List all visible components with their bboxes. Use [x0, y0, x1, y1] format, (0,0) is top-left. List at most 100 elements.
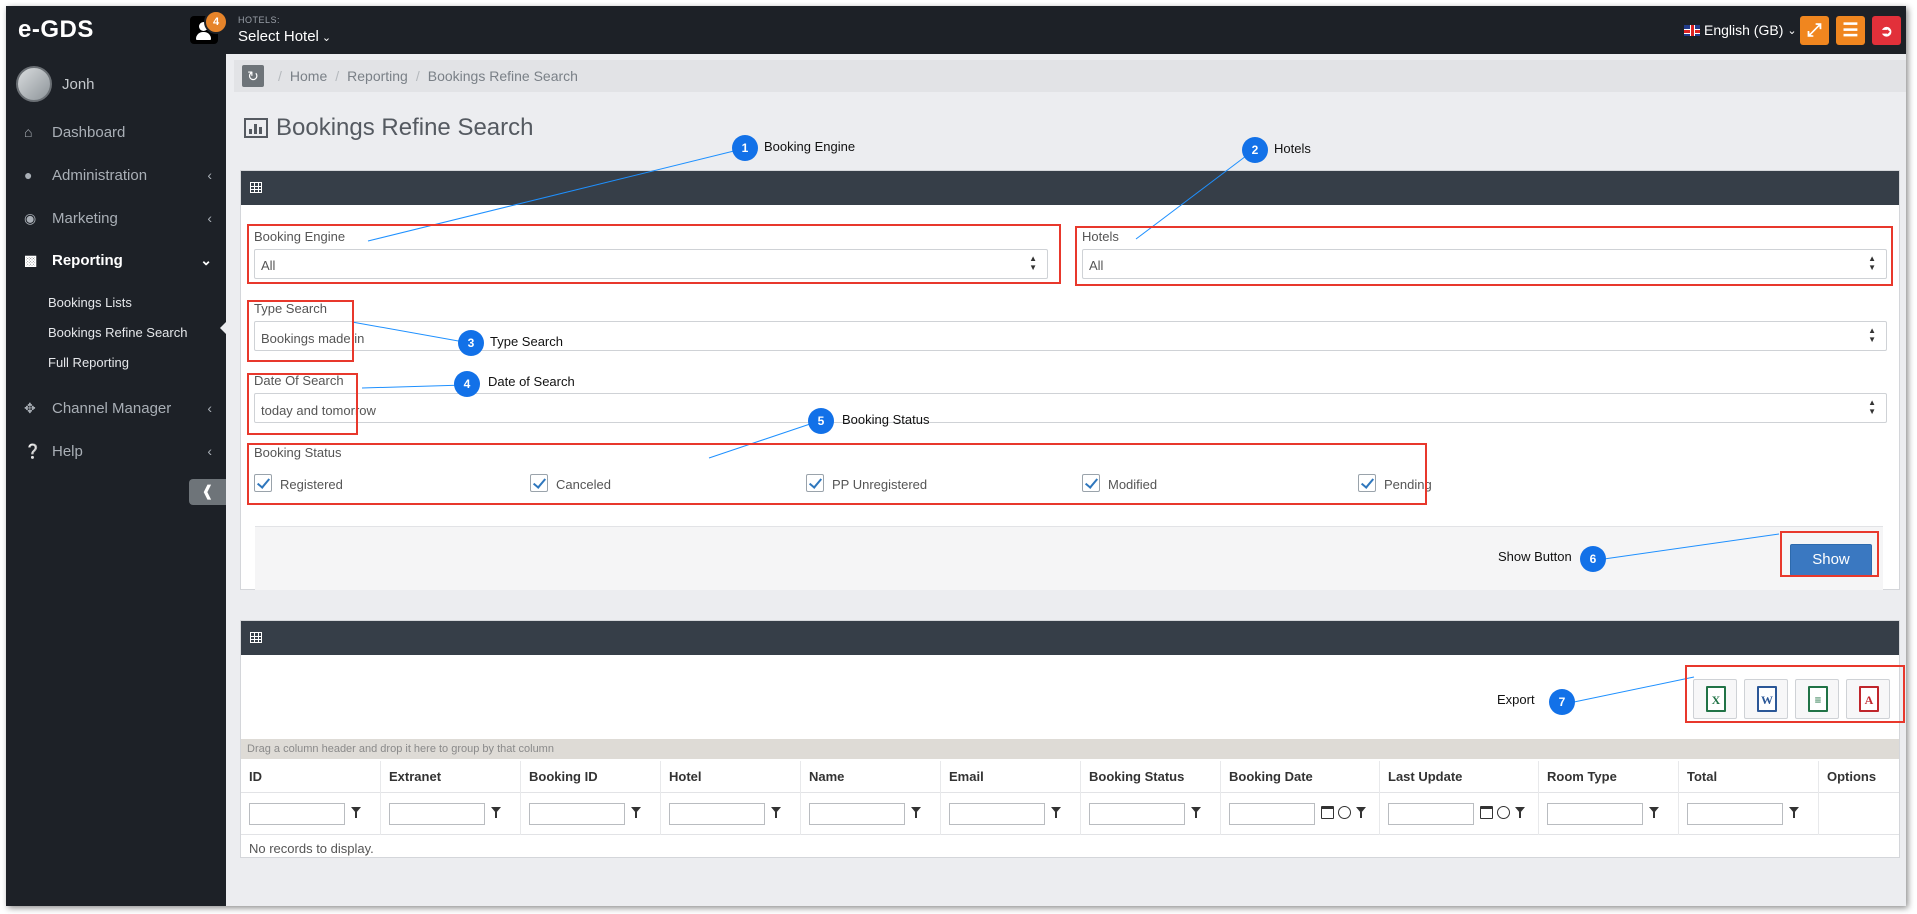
- annotation-label-1: Booking Engine: [764, 139, 856, 154]
- table-icon: [250, 632, 262, 643]
- filter-input-extranet[interactable]: [389, 803, 485, 825]
- hotels-caption: HOTELS:: [238, 15, 281, 25]
- filter-input-last-update[interactable]: [1388, 803, 1474, 825]
- target-icon: ◉: [24, 209, 37, 226]
- filter-icon[interactable]: [631, 807, 641, 818]
- annotation-label-6: Show Button: [1498, 549, 1572, 564]
- filter-icon[interactable]: [1649, 807, 1659, 818]
- sort-arrows-icon: ▲ ▼: [1868, 326, 1876, 344]
- refresh-button[interactable]: ↻: [242, 65, 264, 87]
- column-header-email[interactable]: Email: [941, 761, 1081, 793]
- breadcrumb-home[interactable]: Home: [290, 68, 327, 84]
- annotation-box-date-of-search: [247, 373, 358, 435]
- move-arrows-icon: ✥: [24, 399, 36, 416]
- filter-icon[interactable]: [1191, 807, 1201, 818]
- column-header-booking-id[interactable]: Booking ID: [521, 761, 661, 793]
- uk-flag-icon: [1684, 24, 1700, 36]
- column-header-room-type[interactable]: Room Type: [1539, 761, 1679, 793]
- annotation-box-type-search: [247, 300, 354, 362]
- filter-input-room-type[interactable]: [1547, 803, 1643, 825]
- breadcrumb-current: Bookings Refine Search: [427, 68, 578, 84]
- username: Jonh: [62, 75, 95, 93]
- filter-input-booking-status[interactable]: [1089, 803, 1185, 825]
- app-logo: e-GDS: [18, 16, 94, 43]
- logout-button[interactable]: ➲: [1872, 16, 1901, 45]
- empty-message: No records to display.: [249, 841, 374, 856]
- bar-chart-icon: [244, 118, 268, 138]
- filter-input-booking-date[interactable]: [1229, 803, 1315, 825]
- filter-icon[interactable]: [771, 807, 781, 818]
- user-panel[interactable]: Jonh: [16, 66, 95, 102]
- annotation-marker-1: 1: [732, 135, 758, 161]
- calendar-icon[interactable]: [1480, 806, 1493, 819]
- filter-icon[interactable]: [911, 807, 921, 818]
- bar-chart-icon: ▩: [24, 251, 38, 268]
- top-bar: e-GDS 4 HOTELS: Select Hotel ⌄ English (G…: [6, 6, 1906, 54]
- menu-button[interactable]: ☰: [1836, 16, 1865, 45]
- column-header-booking-date[interactable]: Booking Date: [1221, 761, 1380, 793]
- sidebar-item-channel-manager[interactable]: ✥ Channel Manager ‹: [6, 388, 226, 428]
- app-window: e-GDS 4 HOTELS: Select Hotel ⌄ English (G…: [6, 6, 1906, 906]
- breadcrumb-reporting[interactable]: Reporting: [347, 68, 408, 84]
- annotation-marker-3: 3: [458, 330, 484, 356]
- column-header-total[interactable]: Total: [1679, 761, 1819, 793]
- group-by-drop-zone[interactable]: Drag a column header and drop it here to…: [241, 739, 1899, 759]
- filter-input-total[interactable]: [1687, 803, 1783, 825]
- sidebar-subitem-bookings-lists[interactable]: Bookings Lists: [48, 295, 132, 310]
- calendar-icon[interactable]: [1321, 806, 1334, 819]
- sidebar-item-help[interactable]: ❔ Help ‹: [6, 431, 226, 471]
- collapse-sidebar-button[interactable]: ❰: [189, 479, 226, 505]
- chevron-left-icon: ‹: [207, 210, 212, 226]
- hotel-select[interactable]: Select Hotel ⌄: [238, 28, 331, 45]
- chevron-left-icon: ‹: [207, 167, 212, 183]
- column-header-hotel[interactable]: Hotel: [661, 761, 801, 793]
- sidebar-subitem-bookings-refine-search[interactable]: Bookings Refine Search: [48, 325, 187, 340]
- notification-badge[interactable]: 4: [204, 10, 228, 34]
- question-icon: ❔: [24, 442, 42, 459]
- column-header-extranet[interactable]: Extranet: [381, 761, 521, 793]
- date-of-search-select[interactable]: today and tomorrow ▲ ▼: [254, 393, 1887, 423]
- sort-arrows-icon: ▲ ▼: [1868, 398, 1876, 416]
- clock-icon[interactable]: [1497, 806, 1510, 819]
- results-panel: X W ≡ A Drag a column header and drop it…: [240, 620, 1900, 858]
- column-header-name[interactable]: Name: [801, 761, 941, 793]
- annotation-marker-2: 2: [1242, 137, 1268, 163]
- filter-input-booking-id[interactable]: [529, 803, 625, 825]
- filter-input-name[interactable]: [809, 803, 905, 825]
- filter-icon[interactable]: [1051, 807, 1061, 818]
- filter-icon[interactable]: [351, 807, 361, 818]
- sidebar-item-marketing[interactable]: ◉ Marketing ‹: [6, 198, 226, 238]
- column-header-last-update[interactable]: Last Update: [1380, 761, 1539, 793]
- annotation-label-2: Hotels: [1274, 141, 1311, 156]
- annotation-marker-7: 7: [1549, 689, 1575, 715]
- filter-icon[interactable]: [491, 807, 501, 818]
- filter-input-hotel[interactable]: [669, 803, 765, 825]
- sign-out-icon: ➲: [1880, 23, 1893, 40]
- column-header-id[interactable]: ID: [241, 761, 381, 793]
- annotation-marker-4: 4: [454, 371, 480, 397]
- filter-icon[interactable]: [1789, 807, 1799, 818]
- clock-icon[interactable]: [1338, 806, 1351, 819]
- annotation-box-booking-engine: [247, 224, 1061, 284]
- chevron-down-icon: ⌄: [1787, 24, 1797, 37]
- refresh-icon: ↻: [247, 68, 259, 84]
- chevron-down-icon: ⌄: [321, 32, 332, 44]
- arrow-left-circle-icon: ❰: [201, 483, 214, 500]
- annotation-marker-6: 6: [1580, 546, 1606, 572]
- filter-icon[interactable]: [1356, 807, 1366, 818]
- filter-input-id[interactable]: [249, 803, 345, 825]
- language-select[interactable]: English (GB) ⌄: [1684, 22, 1797, 38]
- column-header-booking-status[interactable]: Booking Status: [1081, 761, 1221, 793]
- fullscreen-button[interactable]: ⤢: [1800, 16, 1829, 45]
- annotation-box-booking-status: [247, 443, 1427, 505]
- annotation-label-5: Booking Status: [842, 412, 930, 427]
- sidebar-item-dashboard[interactable]: ⌂ Dashboard: [6, 112, 226, 152]
- sidebar-subitem-full-reporting[interactable]: Full Reporting: [48, 355, 129, 370]
- filter-input-email[interactable]: [949, 803, 1045, 825]
- sidebar-item-administration[interactable]: ● Administration ‹: [6, 155, 226, 195]
- column-header-options: Options: [1827, 769, 1877, 784]
- home-icon: ⌂: [24, 124, 33, 140]
- sidebar-item-reporting[interactable]: ▩ Reporting ⌄: [6, 240, 226, 280]
- filter-icon[interactable]: [1515, 807, 1525, 818]
- sidebar: Jonh ⌂ Dashboard ● Administration ‹ ◉ Ma…: [6, 54, 227, 906]
